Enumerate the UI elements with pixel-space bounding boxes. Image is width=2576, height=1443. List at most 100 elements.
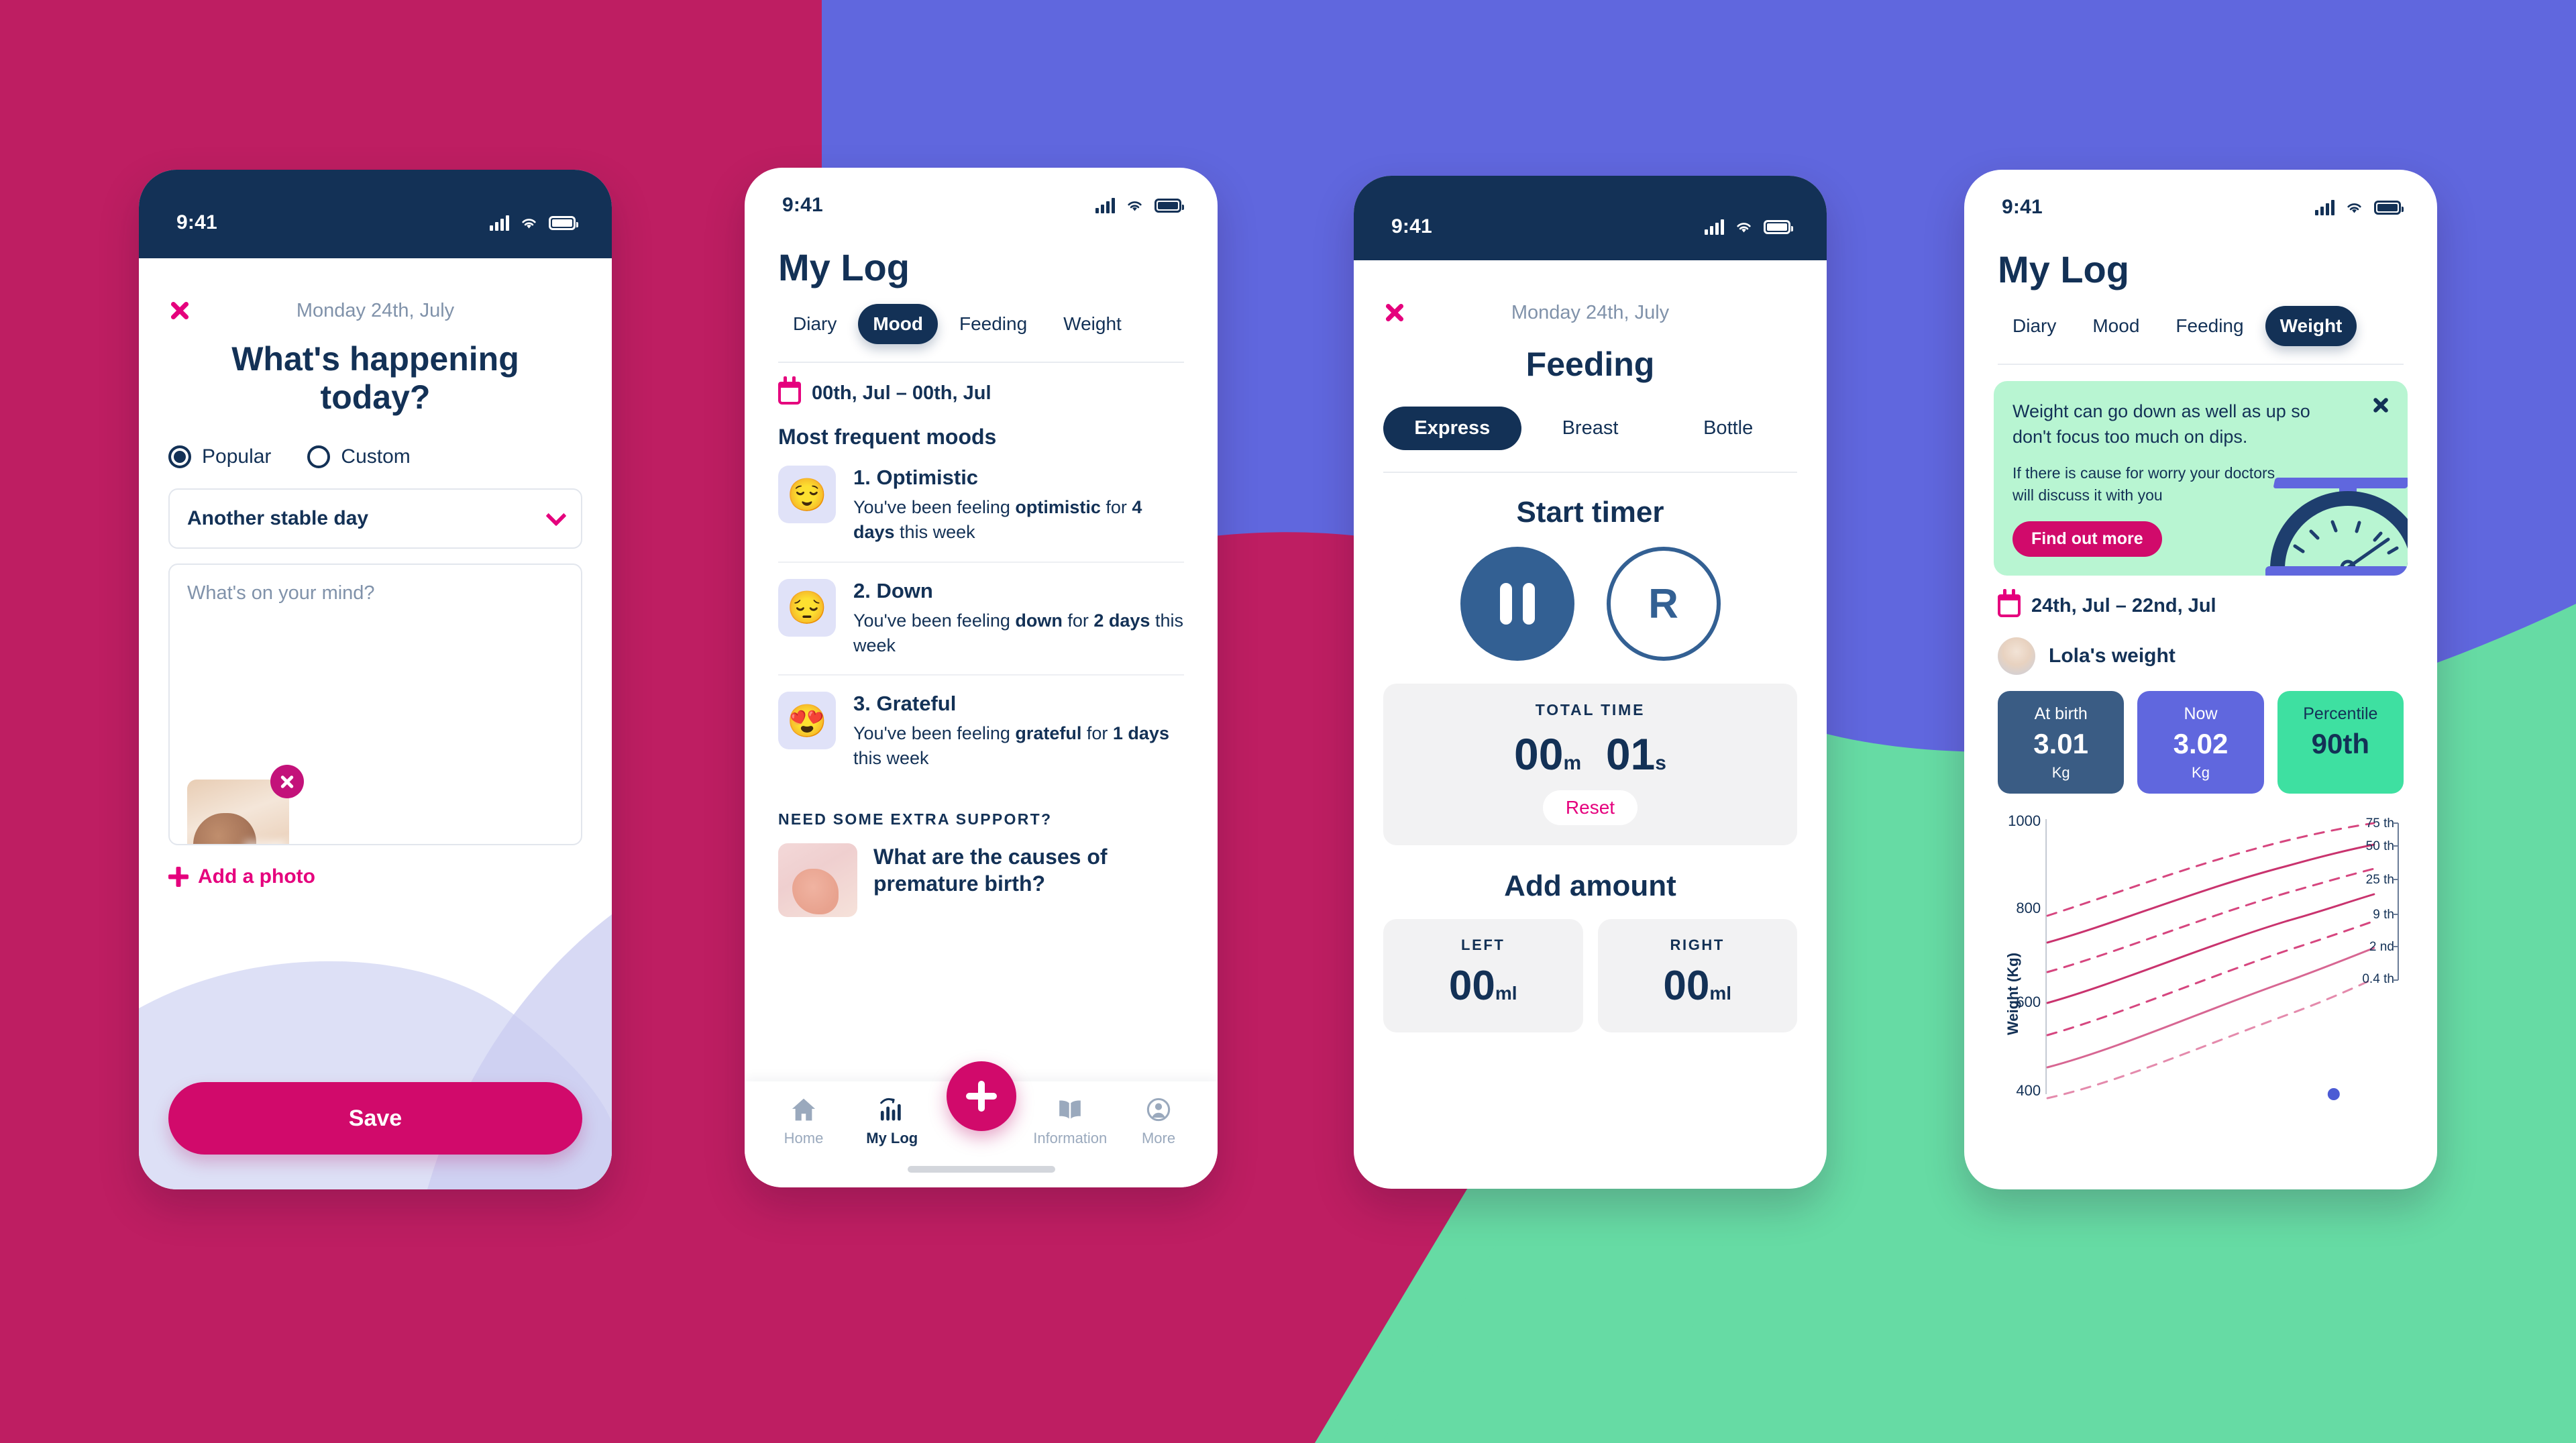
book-icon <box>1059 1100 1081 1119</box>
right-unit: ml <box>1709 983 1732 1004</box>
mood-rank-label: 2. Down <box>853 578 933 602</box>
stat-percentile[interactable]: Percentile 90th <box>2277 691 2404 794</box>
tab-weight[interactable]: Weight <box>2265 306 2357 346</box>
legend-75th: 75 th <box>2366 816 2394 831</box>
stat-now[interactable]: Now 3.02 Kg <box>2137 691 2264 794</box>
amount-left[interactable]: LEFT 00ml <box>1383 919 1583 1032</box>
segment-breast[interactable]: Breast <box>1521 407 1660 450</box>
tab-mylog-label: My Log <box>866 1130 918 1146</box>
tab-weight[interactable]: Weight <box>1049 304 1136 344</box>
add-amount-heading: Add amount <box>1504 869 1676 902</box>
tab-mood[interactable]: Mood <box>858 304 938 344</box>
entry-date: Monday 24th, July <box>296 300 455 321</box>
amount-left-label: LEFT <box>1461 937 1505 953</box>
tab-mylog[interactable]: My Log <box>856 1096 928 1147</box>
stat-at-birth-value: 3.01 <box>2033 728 2089 760</box>
left-unit: ml <box>1495 983 1517 1004</box>
tab-diary[interactable]: Diary <box>778 304 851 344</box>
legend-25th: 25 th <box>2366 873 2394 887</box>
ytick-800: 800 <box>2016 900 2041 916</box>
mood-select[interactable]: Another stable day <box>168 488 582 549</box>
add-entry-button[interactable] <box>946 1061 1016 1131</box>
list-item[interactable]: 😔 2. Down You've been feeling down for 2… <box>778 563 1184 675</box>
log-tabs: Diary Mood Feeding Weight <box>1998 306 2404 346</box>
pause-button[interactable] <box>1460 547 1574 661</box>
status-icons <box>1705 219 1793 235</box>
radio-popular[interactable]: Popular <box>168 445 271 468</box>
status-time: 9:41 <box>176 211 217 233</box>
profile-icon <box>1146 1098 1171 1122</box>
wifi-icon <box>1737 223 1751 233</box>
note-textarea[interactable]: What's on your mind? <box>168 564 582 845</box>
desc-mood: grateful <box>1015 723 1082 743</box>
list-item[interactable]: 😌 1. Optimistic You've been feeling opti… <box>778 449 1184 562</box>
ytick-1000: 1000 <box>2008 814 2041 829</box>
desc-pre: You've been feeling <box>853 497 1016 517</box>
battery-icon <box>1155 198 1184 213</box>
tab-more-label: More <box>1141 1130 1176 1146</box>
phone-mylog-weight: 9:41 My Log Diary Mood Feeding Weight We… <box>1964 170 2437 1189</box>
wifi-icon <box>522 219 536 229</box>
list-item[interactable]: 😍 3. Grateful You've been feeling gratef… <box>778 676 1184 788</box>
status-time: 9:41 <box>1391 215 1432 237</box>
left-number: 00 <box>1448 963 1495 1009</box>
growth-chart[interactable]: 1000 800 600 400 Weight (Kg) 75 th 50 th… <box>1964 812 2437 1102</box>
right-number: 00 <box>1663 963 1710 1009</box>
screen-mylog-weight: 9:41 My Log Diary Mood Feeding Weight We… <box>1964 170 2437 1189</box>
tab-more[interactable]: More <box>1122 1096 1195 1147</box>
plus-icon <box>168 867 189 887</box>
calendar-icon <box>1998 589 2021 618</box>
legend-50th: 50 th <box>2366 839 2394 853</box>
signal-icon <box>2315 199 2334 215</box>
sheet-header: Monday 24th, July <box>1354 275 1827 327</box>
segment-express[interactable]: Express <box>1383 407 1521 450</box>
mood-emoji-icon: 😔 <box>778 578 836 637</box>
right-side-button[interactable]: R <box>1606 547 1721 661</box>
banner-body: If there is cause for worry your doctors… <box>2012 464 2275 504</box>
mylog-header: My Log Diary Mood Feeding Weight <box>745 225 1218 363</box>
find-out-more-button[interactable]: Find out more <box>2012 521 2162 557</box>
banner-heading: Weight can go down as well as up so don'… <box>2012 401 2310 447</box>
tab-home[interactable]: Home <box>767 1096 840 1147</box>
mood-list: 😌 1. Optimistic You've been feeling opti… <box>745 449 1218 788</box>
total-time-card: TOTAL TIME 00m 01s Reset <box>1383 684 1797 845</box>
close-icon[interactable] <box>2371 396 2390 415</box>
phone-feeding: 9:41 Monday 24th, July Feeding Express B… <box>1354 176 1827 1189</box>
reset-button[interactable]: Reset <box>1542 790 1638 825</box>
radio-custom-dot <box>307 445 331 468</box>
kitchen-scale-icon <box>2265 478 2408 576</box>
tab-feeding[interactable]: Feeding <box>945 304 1042 344</box>
mood-emoji-icon: 😍 <box>778 692 836 749</box>
phone-mylog-mood: 9:41 My Log Diary Mood Feeding Weight 00… <box>745 168 1218 1187</box>
tab-information[interactable]: Information <box>1033 1096 1108 1147</box>
desc-days: 1 days <box>1112 723 1169 743</box>
date-range-row[interactable]: 00th, Jul – 00th, Jul <box>745 363 1218 405</box>
stat-at-birth[interactable]: At birth 3.01 Kg <box>1998 691 2125 794</box>
screen-feeding: 9:41 Monday 24th, July Feeding Express B… <box>1354 176 1827 1189</box>
feeding-sheet: Monday 24th, July Feeding Express Breast… <box>1354 275 1827 1032</box>
tab-home-label: Home <box>784 1130 824 1146</box>
article-card[interactable]: What are the causes of premature birth? <box>745 829 1218 917</box>
tab-information-label: Information <box>1033 1130 1108 1146</box>
status-time: 9:41 <box>782 194 823 216</box>
mood-emoji-icon: 😌 <box>778 466 836 523</box>
amount-right[interactable]: RIGHT 00ml <box>1597 919 1797 1032</box>
y-axis-label: Weight (Kg) <box>2004 953 2021 1035</box>
radio-custom[interactable]: Custom <box>307 445 411 468</box>
add-photo-button[interactable]: Add a photo <box>139 845 612 888</box>
tab-mood[interactable]: Mood <box>2078 306 2154 346</box>
segment-bottle[interactable]: Bottle <box>1659 407 1797 450</box>
status-bar: 9:41 <box>1354 176 1827 260</box>
tab-diary[interactable]: Diary <box>1998 306 2071 346</box>
save-button[interactable]: Save <box>168 1082 582 1155</box>
desc-mid: for <box>1100 497 1132 517</box>
date-range-row[interactable]: 24th, Jul – 22nd, Jul <box>1964 576 2437 618</box>
desc-post: this week <box>894 522 975 543</box>
radio-popular-label: Popular <box>202 445 272 468</box>
chevron-down-icon <box>545 505 567 527</box>
total-time-value: 00m 01s <box>1383 729 1797 780</box>
desc-mood: optimistic <box>1015 497 1101 517</box>
remove-photo-icon[interactable] <box>270 765 304 798</box>
tab-feeding[interactable]: Feeding <box>2161 306 2258 346</box>
seconds-value: 01 <box>1605 729 1656 779</box>
